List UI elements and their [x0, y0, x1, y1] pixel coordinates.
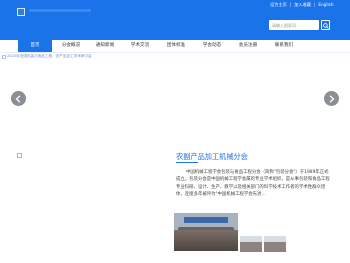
broken-image-icon — [17, 153, 22, 158]
search-input[interactable] — [272, 21, 312, 29]
thumbnail-photo[interactable] — [264, 236, 286, 252]
search-button[interactable] — [321, 20, 330, 30]
nav-item-contact[interactable]: 联系我们 — [266, 40, 302, 52]
intro-title[interactable]: 农副产品加工机械分会 — [176, 152, 248, 162]
set-homepage-link[interactable]: 设为主页 — [270, 2, 287, 8]
banner-image[interactable]: 2024年全国包装与食品工程、农产品加工学术研讨会 — [0, 54, 92, 62]
banner-alt-text: 2024年全国包装与食品工程、农产品加工学术研讨会 — [7, 54, 92, 58]
nav-item-activities[interactable]: 学会动态 — [194, 40, 230, 52]
broken-image-icon — [2, 55, 6, 59]
nav-item-news[interactable]: 通知新闻 — [88, 40, 122, 52]
search-icon — [323, 22, 329, 29]
conference-photo[interactable] — [174, 213, 238, 251]
top-links: 设为主页 | 加入收藏 | English — [270, 2, 334, 8]
chevron-right-icon — [329, 94, 335, 103]
carousel-prev-button[interactable] — [11, 91, 26, 106]
nav-item-about[interactable]: 分会概况 — [54, 40, 88, 52]
thumb-bottom — [240, 242, 262, 252]
add-favorite-link[interactable]: 加入收藏 — [294, 2, 311, 8]
separator: | — [289, 2, 292, 7]
nav-item-academic[interactable]: 学术交流 — [122, 40, 158, 52]
photo-crowd — [174, 230, 238, 251]
thumb-bottom — [264, 242, 286, 252]
search-box — [269, 20, 319, 30]
carousel-next-button[interactable] — [324, 91, 339, 106]
nav-item-standards[interactable]: 团体标准 — [158, 40, 194, 52]
nav-item-register[interactable]: 会员注册 — [230, 40, 266, 52]
top-header: 设为主页 | 加入收藏 | English — [0, 0, 350, 40]
thumbnail-photo[interactable] — [240, 236, 262, 252]
logo-text-placeholder — [29, 9, 91, 12]
separator: | — [313, 2, 316, 7]
title-underline — [176, 162, 198, 163]
logo-icon[interactable] — [17, 8, 25, 16]
english-link[interactable]: English — [318, 2, 333, 7]
intro-text: 中国机械工程学会包装与食品工程分会（简称"包装分会"）于1989年正式成立。包装… — [176, 170, 330, 198]
nav-item-home[interactable]: 首页 — [18, 40, 52, 52]
main-nav: 首页 分会概况 通知新闻 学术交流 团体标准 学会动态 会员注册 联系我们 — [0, 40, 350, 53]
chevron-left-icon — [15, 94, 21, 103]
photo-banner — [184, 217, 228, 223]
